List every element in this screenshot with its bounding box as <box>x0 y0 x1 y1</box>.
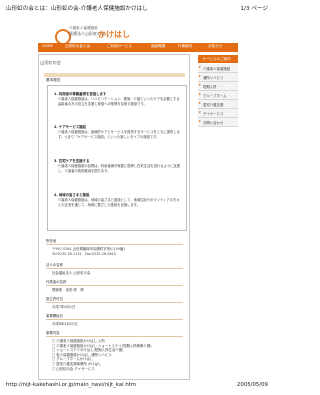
info-value: Tel:0235-26-1131 Fax:0235-26-0610 <box>52 251 116 256</box>
nav-home[interactable]: HOME <box>42 44 53 48</box>
info-corp-name: 法人の名称 社会福祉法人 山形虹の会 <box>46 262 183 276</box>
info-business: 事業内容 □ 介護老人保健施設かけはし 入所 □ 介護老人保健施設かけはし ショ… <box>46 330 183 371</box>
nav-news[interactable]: お知らせ <box>208 44 222 49</box>
info-label: 法人の名称 <box>46 263 63 267</box>
info-label: 事業内容 <box>46 331 60 335</box>
info-label: 事業開始日 <box>46 314 63 318</box>
site-logo[interactable]: 介護老人保健施設 医療法人山形虹の会 かけはし <box>55 26 137 45</box>
nav-facility[interactable]: 施設概要 <box>151 44 165 49</box>
print-url: http://nijt-kakehashi.or.jp/main_navi/ni… <box>6 382 137 388</box>
policy-body: 介護老人保健施設は、リハビリテーション、看護・介護といったケアを必要とする高齢者… <box>58 97 180 106</box>
policy-body: 介護老人保健施設の目標は、利用者様が家庭に復帰し在宅生活を送れるように支援し、介… <box>58 164 180 173</box>
arrow-right-icon <box>199 120 201 122</box>
info-value: 平成8年4月22日 <box>52 322 78 326</box>
sidebar-item[interactable]: 居宅介護支援 <box>198 100 238 109</box>
info-divider <box>46 285 183 286</box>
arrow-right-icon <box>199 111 201 113</box>
sidebar-header: サービスのご案内 <box>198 55 238 63</box>
info-label: 所在地 <box>46 239 57 243</box>
section-divider <box>44 73 185 77</box>
info-value: 平成7年6月1日 <box>52 305 76 309</box>
info-start-date: 事業開始日 平成8年4月22日 <box>46 313 183 327</box>
main-nav: HOME 山形虹の会とは ご利用サービス 施設概要 行事案内 お知らせ <box>38 43 238 52</box>
sidebar-item[interactable]: 短期入所 <box>198 82 238 91</box>
info-license-date: 設立許可日 平成7年6月1日 <box>46 296 183 310</box>
sidebar-item[interactable]: デイサービス <box>198 109 238 118</box>
sidebar-item[interactable]: グループホーム <box>198 91 238 100</box>
arrow-right-icon <box>199 84 201 86</box>
info-address: 所在地 〒997-0261 山形県鶴岡市羽黒町字荒川159番1 Tel:0235… <box>46 238 183 256</box>
breadcrumb: 山形虹の会 <box>40 60 61 65</box>
print-page-count: 1/3 ページ <box>240 6 268 12</box>
sidebar-item[interactable]: お問い合わせ <box>198 118 238 127</box>
print-header: 山形虹の会とは：山形虹の会-介護老人保健施設かけはし 1/3 ページ <box>6 3 274 15</box>
info-label: 設立許可日 <box>46 297 63 301</box>
print-title: 山形虹の会とは：山形虹の会-介護老人保健施設かけはし <box>6 6 148 12</box>
sidebar-item[interactable]: 通所リハビリ <box>198 73 238 82</box>
policy-body: 介護老人保健施設は、地域の皆さまと施設として、地域住民やボランティアの方々との交… <box>58 198 180 207</box>
info-divider <box>46 244 183 245</box>
info-value: 社会福祉法人 山形虹の会 <box>52 271 91 275</box>
arrow-right-icon <box>199 75 201 77</box>
arrow-right-icon <box>199 102 201 104</box>
info-divider <box>46 302 183 303</box>
arrow-right-icon <box>199 66 201 68</box>
policy-heading: 2. ケアサービス施設 <box>54 125 86 129</box>
service-link[interactable]: □ 山形虹の会 デイサービス <box>52 367 183 372</box>
info-divider <box>46 319 183 320</box>
logo-brand-name: かけはし <box>98 30 130 39</box>
policy-box: 1. 利用者の尊厳重視を目指します 介護老人保健施設は、リハビリテーション、看護… <box>47 85 187 231</box>
policy-heading: 1. 利用者の尊厳重視を目指します <box>54 92 107 96</box>
policy-body: 介護老人保健施設は、医療的ケアとサービスを提供するサービスをともに提供します。つ… <box>58 130 180 139</box>
info-representative: 代表者の名称 理事長 池田 修 博 <box>46 279 183 293</box>
info-value: 理事長 池田 修 博 <box>52 288 84 292</box>
arrow-right-icon <box>199 93 201 95</box>
nav-services[interactable]: ご利用サービス <box>107 44 132 49</box>
info-label: 代表者の名称 <box>46 280 67 284</box>
info-divider <box>46 336 183 337</box>
nav-events[interactable]: 行事案内 <box>178 44 192 49</box>
section-title: 基本理念 <box>46 78 61 82</box>
info-divider <box>46 268 183 269</box>
print-footer: http://nijt-kakehashi.or.jp/main_navi/ni… <box>6 382 274 392</box>
sidebar-item[interactable]: 介護老人保健施設 <box>198 64 238 73</box>
nav-about[interactable]: 山形虹の会とは <box>65 44 90 49</box>
policy-heading: 3. 在宅ケアを支援する <box>54 159 90 163</box>
policy-heading: 4. 地域の皆さまと施設 <box>54 193 90 197</box>
print-date: 2005/05/09 <box>236 382 268 388</box>
